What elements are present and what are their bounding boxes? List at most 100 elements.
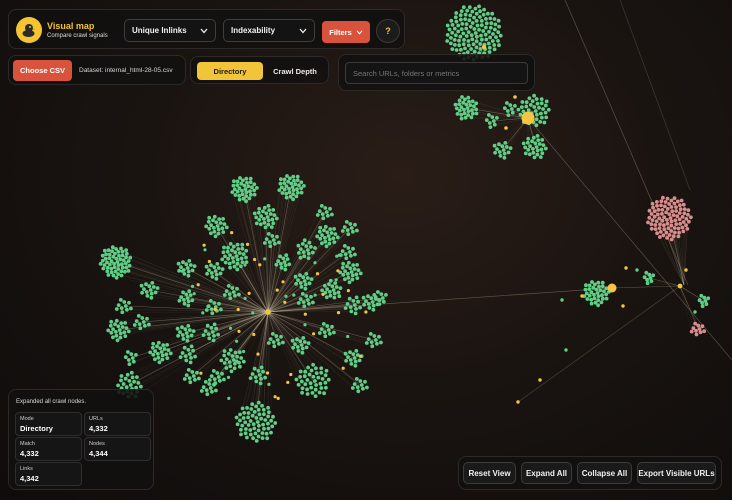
graph-node[interactable] xyxy=(531,147,535,151)
graph-node[interactable] xyxy=(232,366,237,371)
graph-node[interactable] xyxy=(276,396,280,400)
graph-node[interactable] xyxy=(215,224,220,228)
graph-node[interactable] xyxy=(348,305,353,309)
graph-node[interactable] xyxy=(260,403,264,408)
tab-crawl-depth[interactable]: Crawl Depth xyxy=(264,62,326,80)
graph-node[interactable] xyxy=(365,385,369,390)
graph-node[interactable] xyxy=(237,251,242,255)
tab-directory[interactable]: Directory xyxy=(197,62,263,80)
graph-node[interactable] xyxy=(538,155,543,160)
graph-node[interactable] xyxy=(156,352,160,356)
graph-node[interactable] xyxy=(302,279,307,283)
graph-node[interactable] xyxy=(304,244,309,249)
graph-node[interactable] xyxy=(346,272,350,276)
graph-node[interactable] xyxy=(509,107,514,111)
graph-node[interactable] xyxy=(652,209,657,214)
graph-node[interactable] xyxy=(380,296,385,300)
graph-node[interactable] xyxy=(120,253,125,258)
graph-node[interactable] xyxy=(126,358,131,362)
graph-node[interactable] xyxy=(255,186,259,190)
graph-node[interactable] xyxy=(326,213,330,218)
graph-node[interactable] xyxy=(98,262,103,266)
graph-node[interactable] xyxy=(347,280,352,285)
graph-node[interactable] xyxy=(114,330,118,334)
graph-node[interactable] xyxy=(219,307,223,312)
graph-node[interactable] xyxy=(347,296,352,301)
graph-node[interactable] xyxy=(214,276,219,281)
graph-node[interactable] xyxy=(461,5,466,10)
graph-node[interactable] xyxy=(672,201,677,206)
graph-node[interactable] xyxy=(585,297,590,301)
graph-node[interactable] xyxy=(343,252,348,256)
graph-node[interactable] xyxy=(467,99,471,104)
graph-node[interactable] xyxy=(264,237,269,242)
graph-node[interactable] xyxy=(447,27,452,32)
graph-node[interactable] xyxy=(261,209,265,214)
graph-node[interactable] xyxy=(242,411,247,415)
graph-node[interactable] xyxy=(273,395,277,399)
graph-node[interactable] xyxy=(294,377,299,382)
graph-node[interactable] xyxy=(279,177,283,182)
graph-node[interactable] xyxy=(504,145,509,149)
graph-node[interactable] xyxy=(304,272,309,276)
graph-node[interactable] xyxy=(463,12,468,17)
graph-node[interactable] xyxy=(301,336,306,340)
graph-node[interactable] xyxy=(309,294,313,299)
graph-node[interactable] xyxy=(297,183,301,188)
graph-node[interactable] xyxy=(120,265,125,270)
graph-node[interactable] xyxy=(535,112,539,117)
graph-node[interactable] xyxy=(482,7,486,12)
graph-node[interactable] xyxy=(277,341,281,346)
graph-node[interactable] xyxy=(368,332,373,336)
graph-node[interactable] xyxy=(677,283,683,289)
graph-node[interactable] xyxy=(475,23,480,28)
graph-node[interactable] xyxy=(266,405,270,410)
graph-node[interactable] xyxy=(315,213,320,217)
graph-node[interactable] xyxy=(472,27,477,31)
graph-node[interactable] xyxy=(320,288,324,293)
graph-node[interactable] xyxy=(653,223,658,227)
graph-node[interactable] xyxy=(262,241,267,245)
reset-view-button[interactable]: Reset View xyxy=(463,462,516,484)
search-input[interactable] xyxy=(345,62,528,84)
graph-node[interactable] xyxy=(675,199,680,204)
graph-node[interactable] xyxy=(300,390,304,395)
graph-node[interactable] xyxy=(699,293,704,298)
graph-node[interactable] xyxy=(674,209,678,213)
graph-node[interactable] xyxy=(187,352,192,356)
graph-node[interactable] xyxy=(580,294,584,298)
graph-node[interactable] xyxy=(296,301,301,305)
graph-node[interactable] xyxy=(119,321,124,325)
graph-node[interactable] xyxy=(222,353,227,358)
graph-node[interactable] xyxy=(369,340,374,344)
graph-node[interactable] xyxy=(346,232,351,237)
graph-node[interactable] xyxy=(377,334,381,339)
graph-node[interactable] xyxy=(534,97,539,101)
graph-node[interactable] xyxy=(304,294,309,298)
graph-node[interactable] xyxy=(679,198,684,203)
graph-node[interactable] xyxy=(587,287,592,291)
graph-node[interactable] xyxy=(181,260,185,265)
graph-node[interactable] xyxy=(669,229,674,233)
graph-node[interactable] xyxy=(598,288,603,293)
graph-node[interactable] xyxy=(130,375,135,380)
graph-node[interactable] xyxy=(463,46,467,51)
graph-node[interactable] xyxy=(266,421,270,426)
graph-node[interactable] xyxy=(493,22,498,27)
graph-node[interactable] xyxy=(261,422,265,427)
graph-node[interactable] xyxy=(668,216,673,220)
graph-node[interactable] xyxy=(153,290,158,295)
graph-node[interactable] xyxy=(275,234,279,239)
graph-node[interactable] xyxy=(484,118,489,122)
graph-node[interactable] xyxy=(139,384,143,389)
graph-node[interactable] xyxy=(356,299,360,304)
graph-node[interactable] xyxy=(468,24,473,29)
graph-node[interactable] xyxy=(450,30,455,35)
graph-node[interactable] xyxy=(215,262,220,266)
graph-node[interactable] xyxy=(621,304,625,308)
graph-node[interactable] xyxy=(239,256,244,261)
graph-node[interactable] xyxy=(332,330,336,335)
graph-node[interactable] xyxy=(181,290,186,295)
graph-node[interactable] xyxy=(231,183,236,188)
graph-node[interactable] xyxy=(279,265,284,270)
